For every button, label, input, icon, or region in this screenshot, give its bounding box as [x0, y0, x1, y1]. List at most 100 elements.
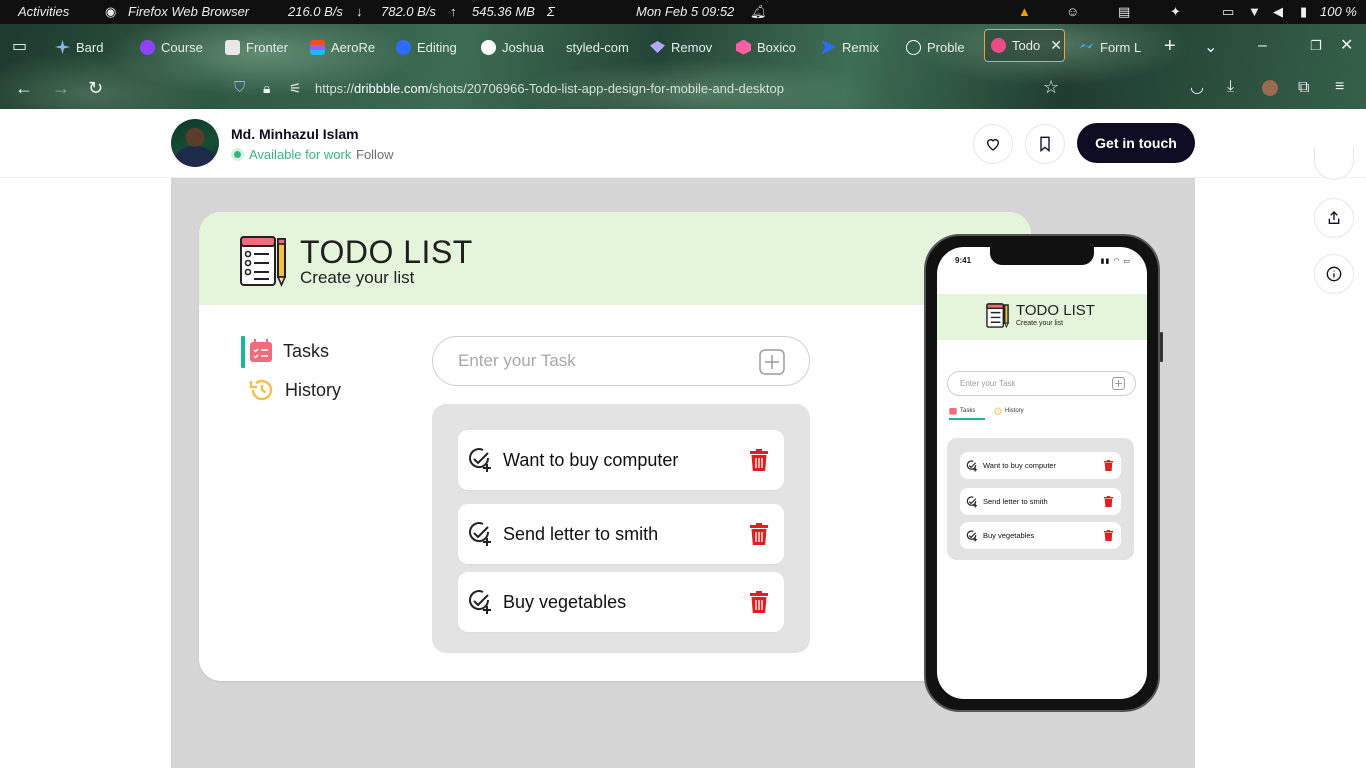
active-app-label[interactable]: Firefox Web Browser	[128, 4, 249, 19]
shield-icon[interactable]: ⛉	[234, 80, 245, 96]
permissions-icon[interactable]: ⚟	[289, 80, 302, 96]
info-icon	[1326, 266, 1342, 282]
save-button[interactable]	[1025, 124, 1065, 164]
tab-editing[interactable]: Editing	[396, 32, 460, 62]
check-add-icon[interactable]	[467, 447, 493, 473]
app-subtitle: Create your list	[300, 268, 415, 287]
tab-joshua[interactable]: Joshua	[481, 32, 544, 62]
avatar[interactable]	[171, 119, 219, 167]
screen-icon[interactable]: ▭	[1222, 4, 1234, 20]
tab-label: Editing	[417, 39, 457, 55]
tab-favicon	[821, 39, 836, 55]
mobile-task-item[interactable]: Want to buy computer	[960, 452, 1121, 479]
tab-bard[interactable]: Bard	[55, 32, 135, 62]
volume-icon[interactable]: ◀	[1273, 4, 1283, 20]
reload-icon[interactable]: ↻	[88, 79, 103, 97]
tab-label: Bard	[76, 39, 104, 55]
trash-icon[interactable]	[1104, 460, 1113, 471]
mobile-task-list: Want to buy computer Send letter to smit…	[947, 438, 1134, 560]
add-task-icon[interactable]	[759, 349, 785, 375]
check-add-icon[interactable]	[966, 460, 978, 472]
trash-icon[interactable]	[750, 523, 768, 545]
minimize-icon[interactable]: –	[1258, 38, 1267, 54]
battery-icon[interactable]: ▮	[1300, 4, 1307, 20]
mobile-task-label: Want to buy computer	[983, 461, 1057, 470]
pocket-icon[interactable]: ◡	[1190, 80, 1204, 96]
mobile-tab-tasks[interactable]: Tasks	[949, 407, 975, 415]
task-label: Want to buy computer	[503, 450, 679, 470]
trash-icon[interactable]	[750, 591, 768, 613]
details-button[interactable]	[1314, 254, 1354, 294]
get-in-touch-button[interactable]: Get in touch	[1077, 123, 1195, 163]
nav-item-history[interactable]: History	[249, 377, 341, 403]
wifi-icon[interactable]: ▼	[1248, 4, 1261, 19]
clipboard-icon[interactable]: ▤	[1118, 4, 1130, 20]
availability-status[interactable]: Available for work	[231, 147, 351, 162]
trash-icon[interactable]	[750, 449, 768, 471]
lock-icon[interactable]: 🔒︎	[263, 80, 270, 96]
tab-remix[interactable]: Remix	[821, 32, 885, 62]
account-avatar-icon[interactable]	[1262, 80, 1278, 96]
clock[interactable]: Mon Feb 5 09:52	[636, 4, 734, 19]
shot-canvas: TODO LIST Create your list Tasks History…	[171, 178, 1195, 768]
follow-button[interactable]: Follow	[356, 147, 394, 162]
menu-hamburger-icon[interactable]: ≡	[1335, 79, 1344, 95]
tab-boxicons[interactable]: Boxico	[736, 32, 800, 62]
check-add-icon[interactable]	[966, 496, 978, 508]
tab-label: AeroRe	[331, 39, 376, 55]
trash-icon[interactable]	[1104, 496, 1113, 507]
url-text[interactable]: https://dribbble.com/shots/20706966-Todo…	[315, 81, 784, 96]
downloads-icon[interactable]: ⤓	[1227, 79, 1234, 95]
task-input[interactable]: Enter your Task	[432, 336, 810, 386]
mobile-tab-history[interactable]: History	[994, 407, 1024, 415]
task-item[interactable]: Buy vegetables	[458, 572, 784, 632]
phone-screen: 9:41 ▮▮ ◠ ▭ TODO LIST Create your list E…	[937, 247, 1147, 699]
trash-icon[interactable]	[1104, 530, 1113, 541]
extensions-icon[interactable]: ⧉	[1298, 80, 1309, 96]
bookmark-star-icon[interactable]: ☆	[1043, 78, 1059, 96]
url-bar[interactable]: ⛉ 🔒︎ ⚟ https://dribbble.com/shots/207069…	[230, 76, 1080, 102]
mobile-app-title: TODO LIST	[1016, 302, 1095, 319]
accessibility-icon[interactable]: ✦	[1170, 4, 1181, 20]
back-icon[interactable]: ←	[15, 79, 33, 97]
task-item[interactable]: Want to buy computer	[458, 430, 784, 490]
tab-todo-active[interactable]: Todo ✕	[984, 29, 1065, 62]
mobile-task-input[interactable]: Enter your Task	[947, 371, 1136, 396]
tab-close-icon[interactable]: ✕	[1050, 37, 1062, 54]
tab-overview-icon[interactable]: ▭	[12, 39, 27, 55]
close-window-icon[interactable]: ✕	[1340, 38, 1353, 54]
tab-remove[interactable]: Remov	[650, 32, 714, 62]
maximize-icon[interactable]: ❐	[1310, 38, 1322, 54]
tab-problem[interactable]: Proble	[906, 32, 970, 62]
check-add-icon[interactable]	[467, 589, 493, 615]
activities-button[interactable]: Activities	[18, 4, 69, 19]
phone-time: 9:41	[955, 256, 972, 265]
tab-label: Form L	[1100, 39, 1142, 55]
task-item[interactable]: Send letter to smith	[458, 504, 784, 564]
tab-course[interactable]: Course	[140, 32, 203, 62]
active-nav-indicator	[241, 336, 245, 368]
vlc-icon[interactable]: ▲	[1018, 4, 1031, 19]
bell-icon[interactable]: 🔔︎	[750, 4, 767, 20]
check-add-icon[interactable]	[966, 530, 978, 542]
author-name[interactable]: Md. Minhazul Islam	[231, 126, 359, 142]
add-task-icon[interactable]	[1112, 377, 1125, 390]
tab-form[interactable]: Form L	[1079, 32, 1143, 62]
tab-label: Todo	[1012, 38, 1041, 53]
mobile-task-item[interactable]: Buy vegetables	[960, 522, 1121, 549]
nav-item-tasks[interactable]: Tasks	[249, 339, 329, 363]
battery-readout: 100 %	[1320, 4, 1357, 19]
like-button[interactable]	[973, 124, 1013, 164]
tab-fronter[interactable]: Fronter	[225, 32, 293, 62]
forward-icon[interactable]: →	[52, 79, 70, 97]
share-button[interactable]	[1314, 198, 1354, 238]
mobile-task-label: Send letter to smith	[983, 497, 1048, 506]
new-tab-icon[interactable]: +	[1164, 36, 1176, 56]
mobile-task-item[interactable]: Send letter to smith	[960, 488, 1121, 515]
tray-face-icon[interactable]: ☺	[1066, 4, 1079, 19]
tab-list-chevron-icon[interactable]: ⌄	[1204, 40, 1217, 56]
tab-aerore[interactable]: AeroRe	[310, 32, 376, 62]
tab-styled-components[interactable]: styled-com	[566, 32, 630, 62]
url-scheme: https://	[315, 81, 355, 96]
check-add-icon[interactable]	[467, 521, 493, 547]
